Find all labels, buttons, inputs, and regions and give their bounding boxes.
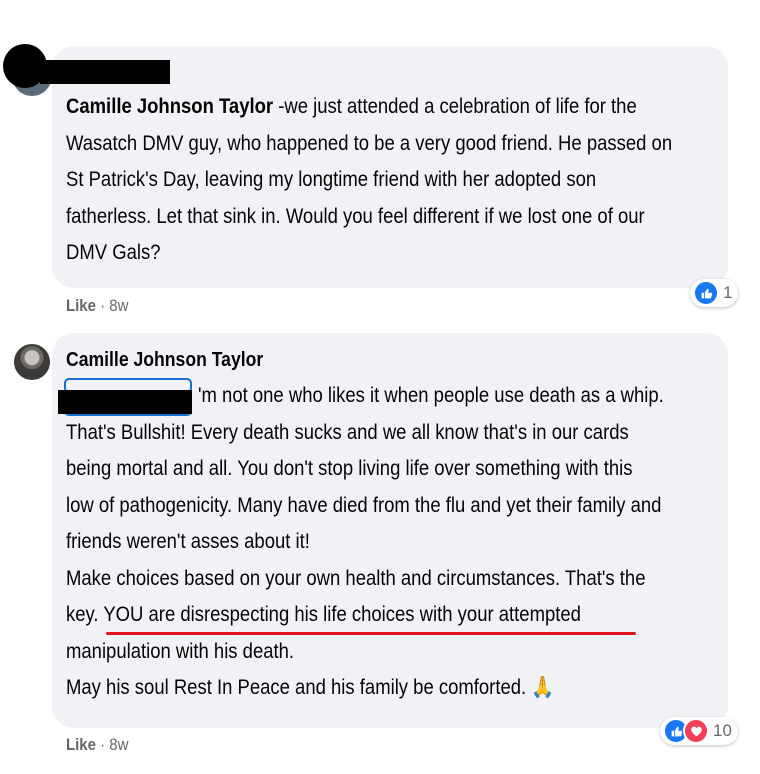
- comment-line-text: -we just attended a celebration of life …: [273, 95, 637, 118]
- redacted-commenter-name: [40, 60, 170, 84]
- reaction-summary[interactable]: 10: [660, 717, 738, 745]
- comment-line-text: key.: [66, 603, 104, 626]
- comment-line: Camille Johnson Taylor -we just attended…: [66, 89, 672, 126]
- comment-author-name[interactable]: Camille Johnson Taylor: [66, 349, 263, 372]
- love-reaction-icon: [683, 718, 709, 744]
- comment-line: manipulation with his death.: [66, 639, 295, 663]
- comment-meta: Like · 8w: [66, 735, 128, 755]
- comment-line: DMV Gals?: [66, 241, 161, 264]
- comment-line: friends weren't asses about it!: [66, 530, 310, 553]
- comment-line: St Patrick's Day, leaving my longtime fr…: [66, 168, 597, 191]
- highlighted-text: YOU are disrespecting his life choices w…: [103, 603, 581, 626]
- comment-line: low of pathogenicity. Many have died fro…: [66, 493, 662, 517]
- reaction-count: 10: [713, 721, 732, 740]
- comment-line: key. YOU are disrespecting his life choi…: [66, 597, 664, 634]
- comment-line-text: 'm not one who likes it when people use …: [198, 384, 664, 407]
- timestamp-link[interactable]: 8w: [109, 735, 128, 754]
- meta-separator: ·: [100, 296, 110, 315]
- timestamp-link[interactable]: 8w: [109, 296, 128, 315]
- like-button[interactable]: Like: [66, 735, 96, 754]
- commenter-avatar[interactable]: [14, 344, 50, 380]
- mentioned-user-link[interactable]: Camille Johnson Taylor: [66, 95, 273, 118]
- red-annotation-underline: [106, 632, 636, 635]
- like-button[interactable]: Like: [66, 296, 96, 315]
- like-reaction-icon: [693, 280, 719, 306]
- comment-meta: Like · 8w: [66, 296, 128, 316]
- comment-line: May his soul Rest In Peace and his famil…: [66, 676, 555, 699]
- meta-separator: ·: [100, 735, 110, 754]
- reaction-summary[interactable]: 1: [690, 279, 739, 307]
- comment-line: being mortal and all. You don't stop liv…: [66, 457, 633, 480]
- comment-text: 'm not one who likes it when people use …: [66, 378, 664, 707]
- comment-line: 'm not one who likes it when people use …: [66, 378, 664, 415]
- comment-line: That's Bullshit! Every death sucks and w…: [66, 420, 629, 444]
- comment-line: Wasatch DMV guy, who happened to be a ve…: [66, 131, 673, 155]
- comment-line: fatherless. Let that sink in. Would you …: [66, 204, 645, 228]
- comment-text: Camille Johnson Taylor -we just attended…: [66, 89, 672, 272]
- reaction-count: 1: [723, 283, 733, 302]
- comment-line: Make choices based on your own health an…: [66, 566, 646, 590]
